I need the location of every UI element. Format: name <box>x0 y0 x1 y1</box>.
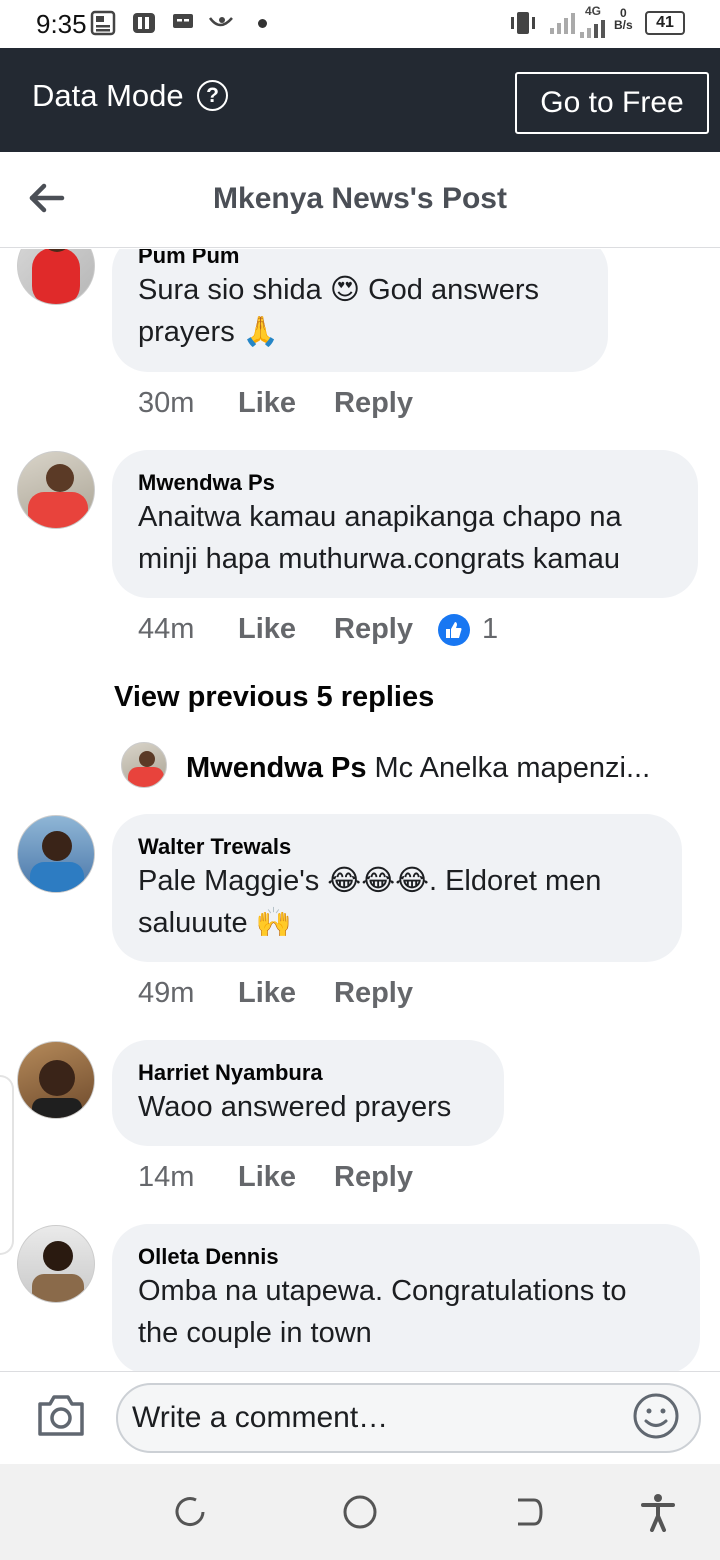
comment-text: Anaitwa kamau anapikanga chapo na minji … <box>138 501 622 575</box>
like-button[interactable]: Like <box>238 387 334 420</box>
status-time: 9:35 <box>36 9 87 39</box>
message-icon <box>172 10 194 32</box>
post-header: Mkenya News's Post <box>0 152 720 248</box>
battery-icon: 41 <box>645 11 685 35</box>
comment-text: Waoo answered prayers <box>138 1091 452 1123</box>
comments-feed[interactable]: Pum Pum Sura sio shida 😍 God answers pra… <box>0 249 720 1371</box>
comment-bubble[interactable]: Walter Trewals Pale Maggie's 😂😂😂. Eldore… <box>112 814 682 962</box>
avatar[interactable] <box>17 1041 95 1119</box>
comment-author[interactable]: Harriet Nyambura <box>138 1060 478 1086</box>
comment-author[interactable]: Olleta Dennis <box>138 1244 674 1270</box>
camera-icon[interactable] <box>36 1392 86 1438</box>
reply-button[interactable]: Reply <box>334 387 438 420</box>
like-button[interactable]: Like <box>238 977 334 1010</box>
comment-time: 44m <box>138 613 195 645</box>
avatar[interactable] <box>121 742 167 788</box>
recents-icon[interactable] <box>170 1492 210 1532</box>
reply-button[interactable]: Reply <box>334 977 438 1010</box>
reply-button[interactable]: Reply <box>334 1161 438 1194</box>
page-title: Mkenya News's Post <box>213 182 507 215</box>
back-nav-icon[interactable] <box>508 1492 548 1532</box>
network-type: 4G <box>584 4 601 18</box>
data-mode-label: Data Mode <box>32 78 184 113</box>
avatar[interactable] <box>17 451 95 529</box>
comment-bubble[interactable]: Olleta Dennis Omba na utapewa. Congratul… <box>112 1224 700 1371</box>
more-notifications-dot <box>258 19 267 28</box>
comment-composer: Write a comment… <box>0 1371 720 1464</box>
avatar[interactable] <box>17 249 95 305</box>
reply-text: Mc Anelka mapenzi... <box>374 752 651 784</box>
go-to-free-button[interactable]: Go to Free <box>515 72 709 134</box>
accessibility-icon[interactable] <box>638 1492 678 1532</box>
comment-actions: 44m Like Reply 1 <box>138 613 498 646</box>
help-icon[interactable]: ? <box>197 80 228 111</box>
comment-text: Omba na utapewa. Congratulations to the … <box>138 1275 627 1349</box>
comment-time: 30m <box>138 387 195 419</box>
reply-button[interactable]: Reply <box>334 613 438 646</box>
comment-time: 49m <box>138 977 195 1009</box>
network-type-icon: 4G <box>578 4 608 40</box>
battery-level: 41 <box>656 14 674 31</box>
signal-icon <box>548 10 578 36</box>
home-icon[interactable] <box>340 1492 380 1532</box>
comment-actions: 30m Like Reply <box>138 387 438 420</box>
like-button[interactable]: Like <box>238 613 334 646</box>
comment-input[interactable]: Write a comment… <box>116 1383 701 1453</box>
data-mode-bar: Data Mode ? Go to Free <box>0 48 720 152</box>
view-previous-replies-link[interactable]: View previous 5 replies <box>114 681 434 714</box>
notification-logo-icon <box>208 10 238 34</box>
thumbs-up-icon[interactable] <box>438 613 470 646</box>
comment-actions: 49m Like Reply <box>138 977 438 1010</box>
comment-bubble[interactable]: Pum Pum Sura sio shida 😍 God answers pra… <box>112 249 608 372</box>
comment-text: Pale Maggie's 😂😂😂. Eldoret men saluuute … <box>138 865 602 939</box>
reaction-count[interactable]: 1 <box>482 613 498 646</box>
comment-time: 14m <box>138 1161 195 1193</box>
edge-panel-handle[interactable] <box>0 1075 14 1255</box>
vibrate-icon <box>508 10 538 36</box>
notification-news-icon <box>90 10 116 36</box>
comment-text: Sura sio shida 😍 God answers prayers 🙏 <box>138 274 539 348</box>
comment-actions: 14m Like Reply <box>138 1161 438 1194</box>
comment-author[interactable]: Mwendwa Ps <box>138 470 672 496</box>
reply-preview[interactable]: Mwendwa Ps Mc Anelka mapenzi... <box>186 752 676 785</box>
comment-author[interactable]: Walter Trewals <box>138 834 656 860</box>
reply-author[interactable]: Mwendwa Ps <box>186 752 367 784</box>
data-rate: 0 B/s <box>614 7 633 31</box>
data-rate-unit: B/s <box>614 18 633 32</box>
comment-bubble[interactable]: Mwendwa Ps Anaitwa kamau anapikanga chap… <box>112 450 698 598</box>
comment-bubble[interactable]: Harriet Nyambura Waoo answered prayers <box>112 1040 504 1146</box>
avatar[interactable] <box>17 1225 95 1303</box>
system-navigation-bar <box>0 1464 720 1560</box>
like-button[interactable]: Like <box>238 1161 334 1194</box>
notification-app-icon <box>131 10 157 36</box>
comment-author[interactable]: Pum Pum <box>138 249 582 269</box>
avatar[interactable] <box>17 815 95 893</box>
smiley-icon[interactable] <box>632 1392 680 1440</box>
status-bar: 9:35 4G 0 B/s 41 <box>0 0 720 48</box>
